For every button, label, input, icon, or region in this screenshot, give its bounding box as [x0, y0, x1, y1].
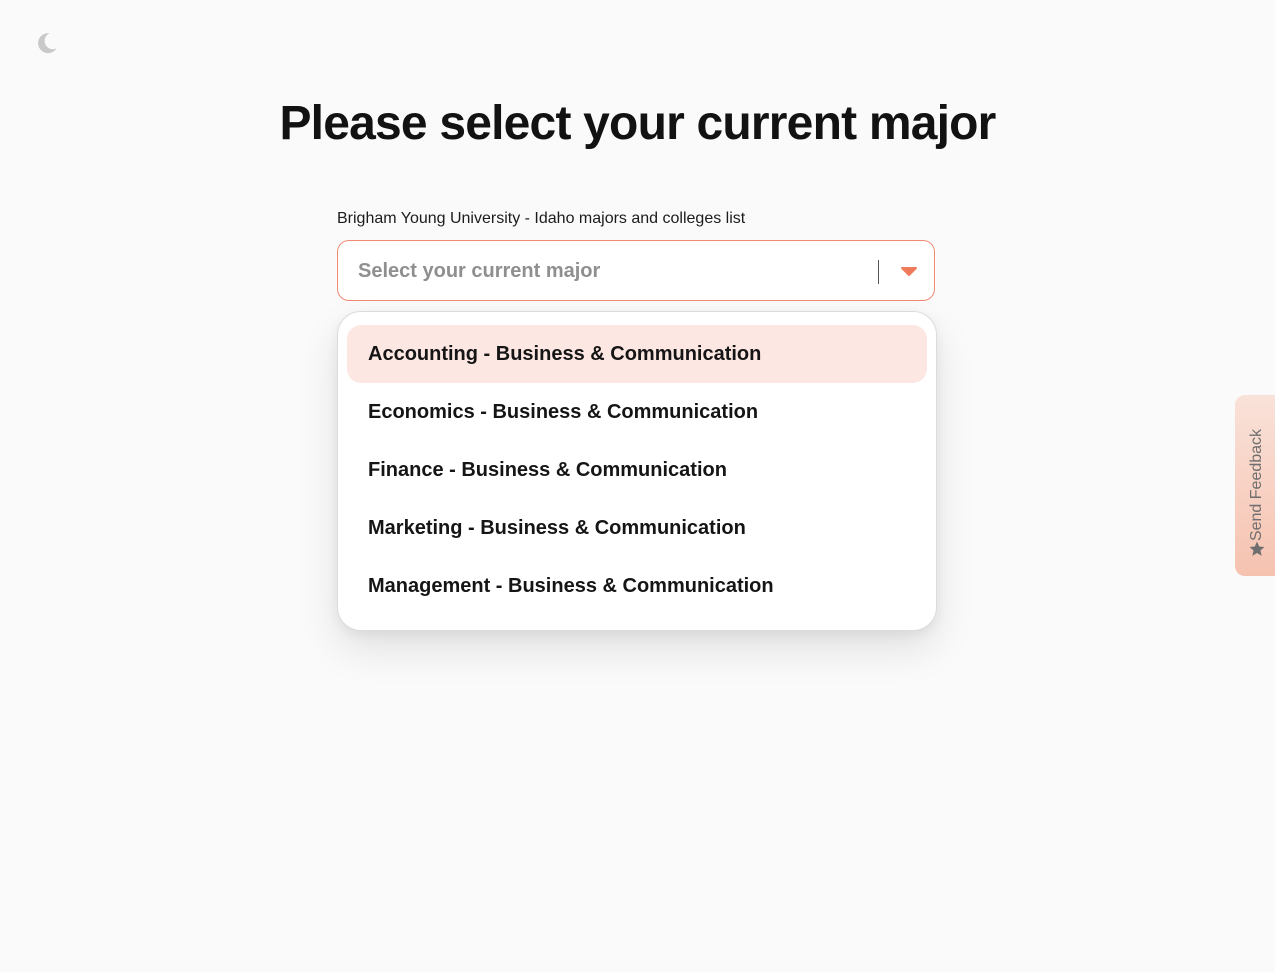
major-option[interactable]: Economics - Business & Communication — [347, 383, 927, 441]
major-options-menu: Accounting - Business & Communication Ec… — [337, 311, 937, 631]
star-icon — [1249, 541, 1265, 556]
select-divider — [878, 260, 879, 284]
major-select[interactable]: Select your current major — [337, 240, 935, 301]
send-feedback-button[interactable]: Send Feedback — [1235, 395, 1275, 576]
caret-down-icon[interactable] — [894, 263, 924, 281]
major-option[interactable]: Management - Business & Communication — [347, 557, 927, 615]
major-option[interactable]: Accounting - Business & Communication — [347, 325, 927, 383]
major-select-placeholder: Select your current major — [358, 260, 601, 282]
major-option[interactable]: Finance - Business & Communication — [347, 441, 927, 499]
moon-icon — [38, 33, 57, 54]
page-title: Please select your current major — [279, 97, 996, 150]
send-feedback-label: Send Feedback — [1248, 428, 1265, 542]
theme-toggle-button[interactable] — [32, 29, 60, 57]
major-option[interactable]: Marketing - Business & Communication — [347, 499, 927, 557]
majors-list-label: Brigham Young University - Idaho majors … — [337, 210, 746, 227]
